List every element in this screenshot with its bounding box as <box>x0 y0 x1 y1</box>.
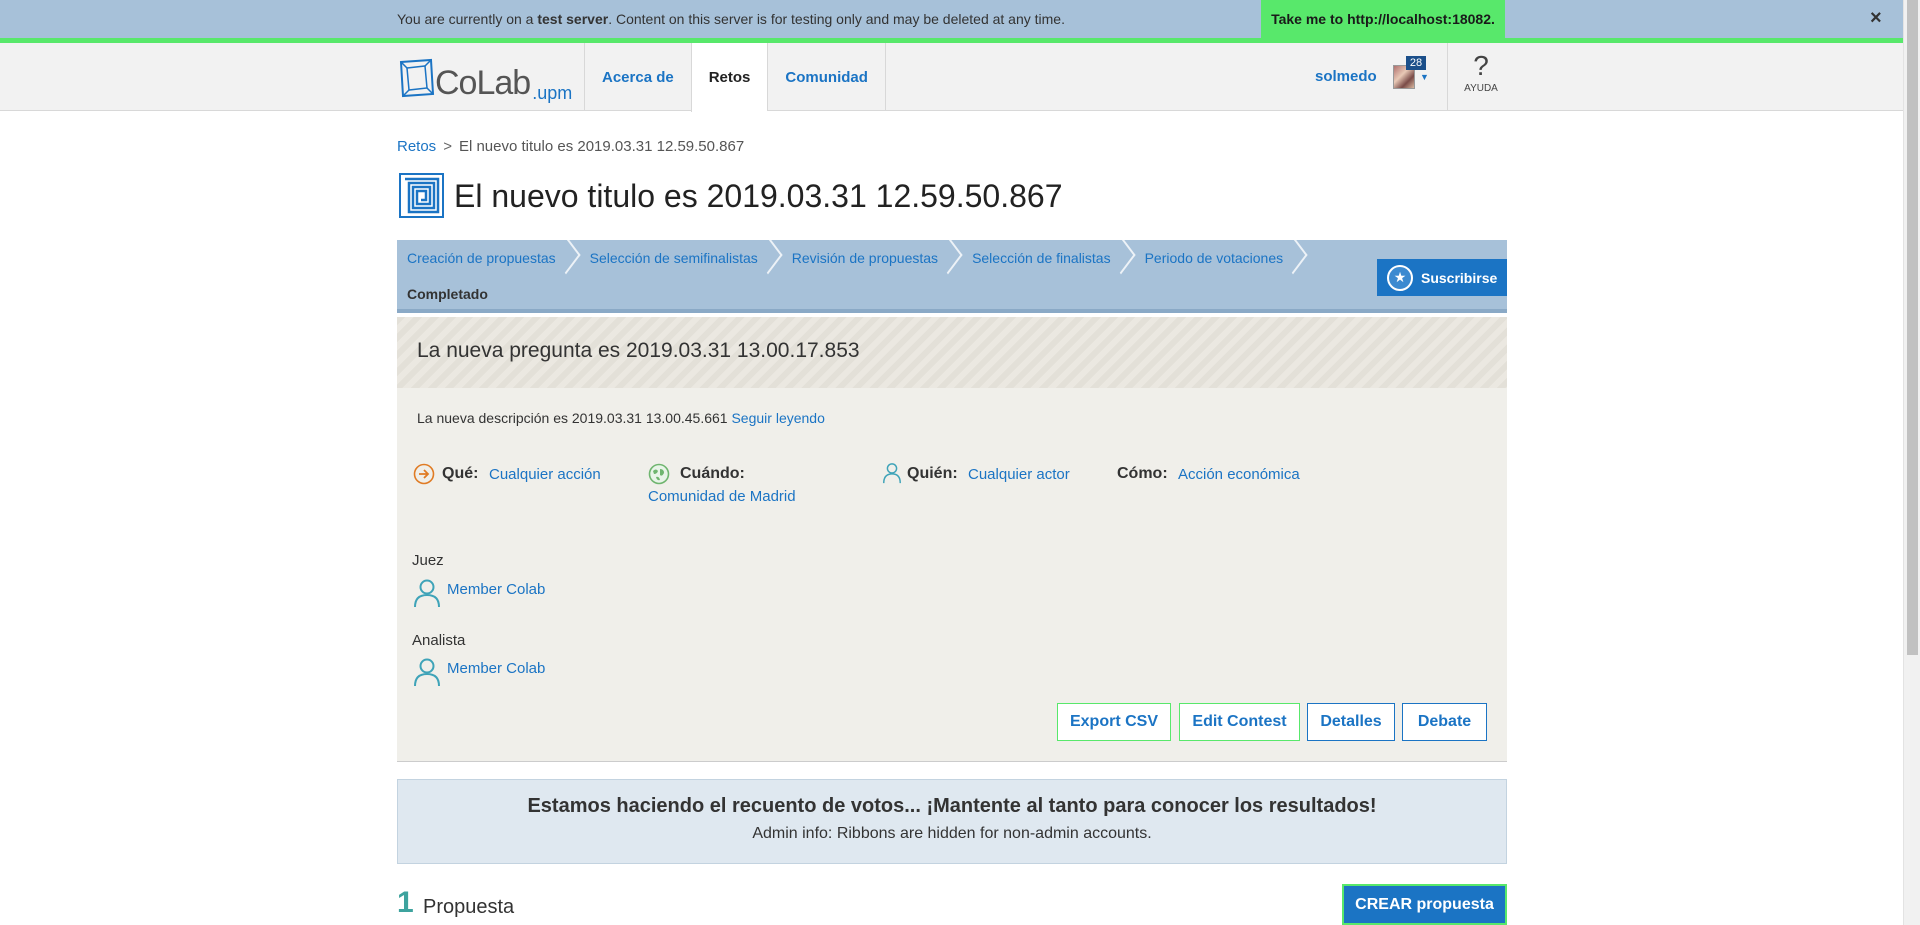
detalles-button[interactable]: Detalles <box>1307 703 1395 741</box>
close-icon[interactable]: × <box>1870 7 1882 30</box>
breadcrumb-current: El nuevo titulo es 2019.03.31 12.59.50.8… <box>458 138 745 155</box>
phase-list: Creación de propuestas Selección de semi… <box>397 240 1307 276</box>
proposal-label: Propuesta <box>423 896 515 918</box>
breadcrumb: Retos > El nuevo titulo es 2019.03.31 12.5… <box>397 138 744 155</box>
page-scrollbar[interactable] <box>1903 0 1920 925</box>
admin-info: Admin info: Ribbons are hidden for non-a… <box>752 825 1152 842</box>
site-header: CoLab .upm Acerca de Retos Comunidad sol… <box>0 43 1903 112</box>
que-value[interactable]: Cualquier acción <box>489 466 601 483</box>
arrow-right-icon <box>413 463 435 485</box>
nav-retos[interactable]: Retos <box>690 43 768 112</box>
phase-revision[interactable]: Revisión de propuestas <box>782 240 962 276</box>
phase-bar: Creación de propuestas Selección de semi… <box>397 240 1507 313</box>
nav-acerca-de[interactable]: Acerca de <box>584 43 691 111</box>
quien-label: Quién: <box>907 465 958 482</box>
quien-value[interactable]: Cualquier actor <box>968 466 1070 483</box>
notification-badge[interactable]: 28 <box>1406 56 1426 70</box>
proposal-count: 1 <box>397 886 414 919</box>
contest-details: La nueva descripción es 2019.03.31 13.00… <box>397 388 1507 762</box>
phase-finalistas[interactable]: Selección de finalistas <box>962 240 1135 276</box>
localhost-link[interactable]: Take me to http://localhost:18082. <box>1261 0 1505 38</box>
question-text: La nueva pregunta es 2019.03.31 13.00.17… <box>417 339 860 362</box>
nav-comunidad[interactable]: Comunidad <box>767 43 886 111</box>
cuando-label: Cuándo: <box>680 465 745 482</box>
contest-description: La nueva descripción es 2019.03.31 13.00… <box>417 410 825 426</box>
logo-text: CoLab <box>435 64 531 102</box>
breadcrumb-retos[interactable]: Retos <box>397 138 436 155</box>
phase-votaciones[interactable]: Periodo de votaciones <box>1135 240 1308 276</box>
help-button[interactable]: ? AYUDA <box>1447 43 1514 111</box>
logo-sub: .upm <box>532 83 573 103</box>
banner-server-label: test server <box>537 11 609 27</box>
banner-message: You are currently on a test server. Cont… <box>397 11 1065 27</box>
juez-member-link[interactable]: Member Colab <box>447 581 545 598</box>
breadcrumb-separator: > <box>443 138 452 155</box>
page-title: El nuevo titulo es 2019.03.31 12.59.50.8… <box>454 178 1063 214</box>
caret-down-icon[interactable]: ▼ <box>1420 72 1429 82</box>
counting-title: Estamos haciendo el recuento de votos...… <box>527 795 1377 817</box>
colab-logo[interactable]: CoLab .upm <box>397 52 573 103</box>
contest-question: La nueva pregunta es 2019.03.31 13.00.17… <box>397 317 1507 388</box>
subscribe-button[interactable]: ★ Suscribirse <box>1377 259 1507 296</box>
maze-icon <box>399 173 444 218</box>
phase-completado: Completado <box>407 286 488 302</box>
main-nav: Acerca de Retos Comunidad <box>584 43 886 112</box>
help-label: AYUDA <box>1464 83 1498 94</box>
phase-creacion[interactable]: Creación de propuestas <box>397 240 580 276</box>
person-icon <box>414 658 440 687</box>
logo-icon <box>399 58 435 98</box>
edit-contest-button[interactable]: Edit Contest <box>1179 703 1300 741</box>
help-icon: ? <box>1473 50 1489 81</box>
description-text: La nueva descripción es 2019.03.31 13.00… <box>417 410 728 426</box>
create-proposal-button[interactable]: CREAR propuesta <box>1342 884 1507 925</box>
role-analista: Analista <box>412 632 466 649</box>
analista-member-link[interactable]: Member Colab <box>447 660 545 677</box>
subscribe-label: Suscribirse <box>1421 269 1498 286</box>
cuando-value[interactable]: Comunidad de Madrid <box>648 488 796 505</box>
person-icon <box>414 579 440 608</box>
export-csv-button[interactable]: Export CSV <box>1057 703 1171 741</box>
role-juez: Juez <box>412 552 444 569</box>
globe-icon <box>648 463 670 485</box>
username-link[interactable]: solmedo <box>1315 68 1377 85</box>
read-more-link[interactable]: Seguir leyendo <box>731 410 824 426</box>
star-icon: ★ <box>1387 264 1413 291</box>
person-icon <box>883 463 901 484</box>
vote-counting-notice: Estamos haciendo el recuento de votos...… <box>397 779 1507 864</box>
debate-button[interactable]: Debate <box>1402 703 1487 741</box>
como-value[interactable]: Acción económica <box>1178 466 1300 483</box>
como-label: Cómo: <box>1117 465 1168 482</box>
que-label: Qué: <box>442 465 479 482</box>
scrollbar-thumb[interactable] <box>1907 0 1918 655</box>
test-server-banner: You are currently on a test server. Cont… <box>0 0 1903 38</box>
phase-semifinalistas[interactable]: Selección de semifinalistas <box>580 240 782 276</box>
